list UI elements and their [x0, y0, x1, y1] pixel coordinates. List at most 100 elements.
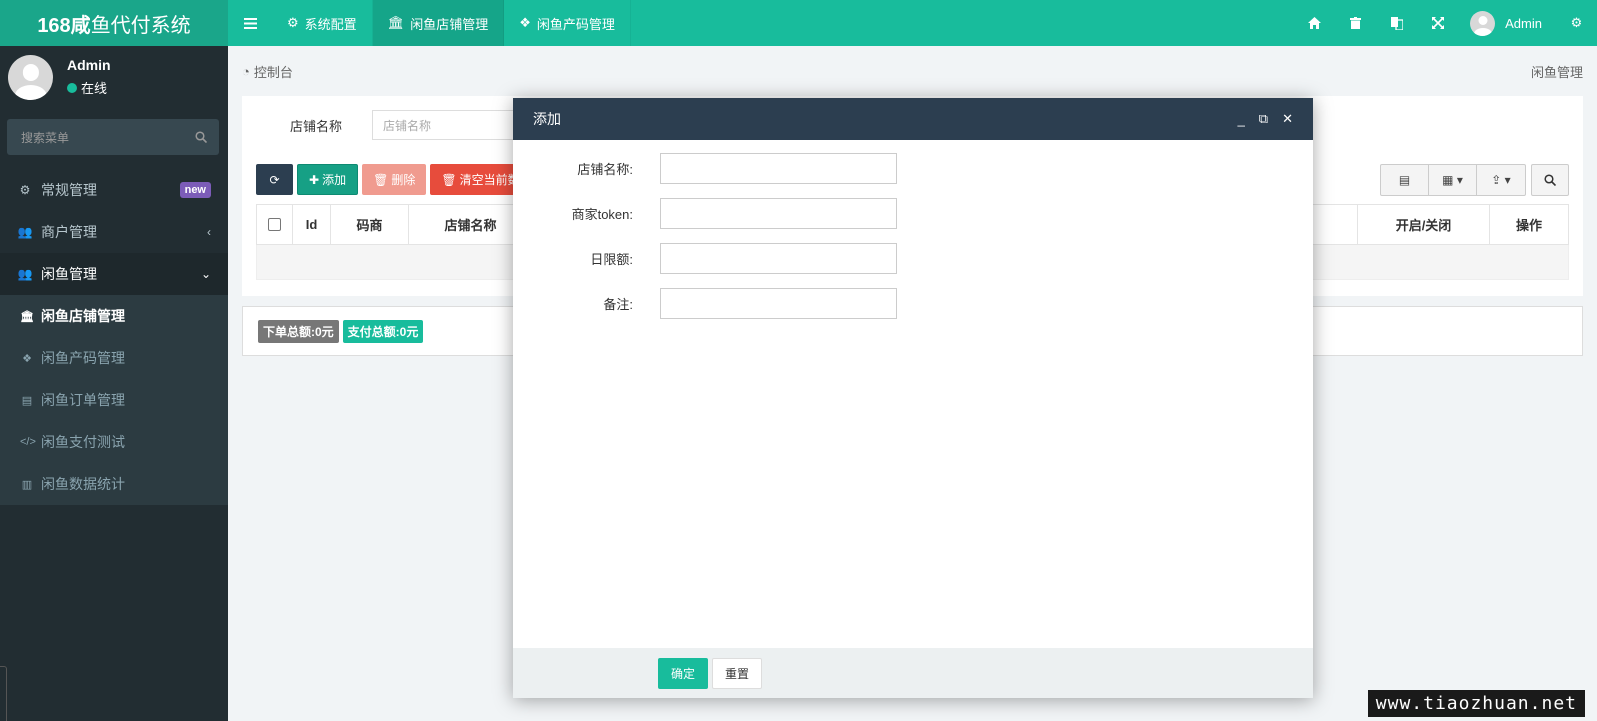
users-icon: 👥: [17, 267, 33, 281]
subitem-label: 闲鱼数据统计: [41, 476, 125, 492]
sidebar-subitem-orders[interactable]: ▤ 闲鱼订单管理: [0, 379, 228, 421]
header-user-menu[interactable]: Admin: [1458, 10, 1556, 36]
select-all-checkbox[interactable]: [268, 218, 281, 231]
subitem-label: 闲鱼订单管理: [41, 392, 125, 408]
shop-name-input[interactable]: [660, 152, 897, 184]
field-label: 商家token:: [571, 206, 633, 222]
card-view-icon[interactable]: ▤: [1381, 165, 1429, 195]
add-button[interactable]: ✚ 添加: [297, 164, 359, 195]
reset-button[interactable]: 重置: [712, 657, 762, 689]
sidebar-subitem-paytest[interactable]: </> 闲鱼支付测试: [0, 421, 228, 463]
maximize-icon[interactable]: ⧉: [1259, 111, 1268, 127]
dashboard-icon: ◔: [242, 64, 250, 79]
dialog-header: 添加 _ ⧉ ✕: [513, 98, 1313, 140]
app-logo[interactable]: 168咸 鱼代付系统: [0, 0, 228, 46]
sidebar: Admin 在线 搜索菜单 ⚙ 常规管理 new 👥 商户管理 ‹ 👥 闲鱼管理…: [0, 46, 228, 721]
merchant-token-input[interactable]: [660, 197, 897, 229]
avatar: [8, 54, 53, 100]
delete-label: 删除: [391, 173, 416, 187]
breadcrumb-dashboard[interactable]: 控制台: [254, 62, 293, 81]
close-icon[interactable]: ✕: [1282, 111, 1293, 127]
plus-icon: ✚: [309, 172, 320, 187]
trash-icon: 🗑: [441, 172, 457, 187]
tab-label: 闲鱼产码管理: [536, 16, 615, 32]
subitem-label: 闲鱼店铺管理: [41, 308, 125, 324]
table-search-button[interactable]: [1531, 164, 1569, 196]
filter-placeholder: 店铺名称: [383, 118, 432, 133]
toolbar: ⟳ ✚ 添加 🗑 删除 🗑 清空当前数: [256, 164, 531, 195]
refresh-icon: ⟳: [269, 172, 280, 187]
filter-label: 店铺名称: [290, 118, 343, 134]
gear-icon: ⚙: [287, 15, 299, 30]
minimize-icon[interactable]: _: [1238, 112, 1245, 127]
form-row-daily-limit: 日限额:: [513, 242, 1313, 274]
logo-bold: 168咸: [37, 14, 91, 37]
tab-system-config[interactable]: ⚙ 系统配置: [272, 0, 373, 46]
subitem-label: 闲鱼产码管理: [41, 350, 125, 366]
field-label: 店铺名称:: [577, 161, 633, 177]
menu-toggle-icon[interactable]: [228, 0, 272, 46]
clear-label: 清空当前数: [459, 173, 520, 187]
tab-xianyu-shop[interactable]: 🏛 闲鱼店铺管理: [372, 0, 505, 46]
sidebar-subitem-shop[interactable]: 🏛 闲鱼店铺管理: [0, 295, 228, 337]
trash-icon[interactable]: [1335, 0, 1376, 46]
breadcrumb: ◔ 控制台: [242, 62, 293, 81]
cubes-icon: ❖: [519, 15, 531, 30]
new-badge: new: [179, 182, 211, 198]
columns-icon[interactable]: ▦ ▾: [1429, 165, 1477, 195]
add-label: 添加: [322, 173, 347, 187]
refresh-button[interactable]: ⟳: [256, 164, 293, 195]
select-all-cell: [257, 205, 293, 244]
delete-button[interactable]: 🗑 删除: [362, 164, 427, 195]
sidebar-drag-handle[interactable]: [0, 666, 7, 721]
fullscreen-icon[interactable]: [1417, 0, 1458, 46]
xianyu-submenu: 🏛 闲鱼店铺管理 ❖ 闲鱼产码管理 ▤ 闲鱼订单管理 </> 闲鱼支付测试 ▥ …: [0, 295, 228, 505]
remark-input[interactable]: [660, 287, 897, 319]
online-status: 在线: [67, 78, 111, 97]
tab-xianyu-code[interactable]: ❖ 闲鱼产码管理: [504, 0, 631, 46]
settings-gears-icon[interactable]: ⚙: [1556, 0, 1597, 46]
field-label: 备注:: [603, 296, 633, 312]
sidebar-item-label: 商户管理: [41, 224, 97, 240]
daily-limit-input[interactable]: [660, 242, 897, 274]
sidebar-item-merchant[interactable]: 👥 商户管理 ‹: [0, 211, 228, 253]
col-merchant[interactable]: 码商: [331, 205, 409, 244]
col-toggle[interactable]: 开启/关闭: [1358, 205, 1490, 244]
users-icon: 👥: [17, 225, 33, 239]
subitem-label: 闲鱼支付测试: [41, 434, 125, 450]
sidebar-item-label: 闲鱼管理: [41, 266, 97, 282]
search-placeholder: 搜索菜单: [21, 130, 70, 145]
top-navbar: ⚙ 系统配置 🏛 闲鱼店铺管理 ❖ 闲鱼产码管理 Admin ⚙: [228, 0, 1597, 46]
bank-icon: 🏛: [387, 15, 405, 30]
trash-icon: 🗑: [373, 172, 389, 187]
col-actions: 操作: [1515, 218, 1542, 233]
home-icon[interactable]: [1294, 0, 1335, 46]
export-icon[interactable]: ⇪ ▾: [1477, 165, 1525, 195]
form-row-remark: 备注:: [513, 287, 1313, 319]
tab-label: 系统配置: [304, 16, 357, 32]
pay-total-label: 支付总额:0元: [342, 319, 424, 343]
menu-search-input[interactable]: 搜索菜单: [7, 119, 219, 155]
chevron-down-icon: ⌄: [200, 267, 211, 281]
user-panel: Admin 在线: [0, 46, 228, 108]
sidebar-item-general[interactable]: ⚙ 常规管理 new: [0, 169, 228, 211]
sidebar-subitem-stats[interactable]: ▥ 闲鱼数据统计: [0, 463, 228, 505]
cubes-icon: ❖: [22, 352, 32, 365]
search-icon: [1544, 174, 1556, 186]
avatar: [1470, 10, 1496, 36]
dialog-title: 添加: [533, 111, 561, 127]
logo-rest: 鱼代付系统: [90, 14, 191, 37]
order-total-label: 下单总额:0元: [258, 319, 339, 343]
chevron-left-icon: ‹: [207, 225, 211, 239]
sidebar-item-xianyu[interactable]: 👥 闲鱼管理 ⌄: [0, 253, 228, 295]
bar-chart-icon: ▥: [21, 478, 33, 491]
code-icon: </>: [20, 436, 36, 448]
confirm-button[interactable]: 确定: [658, 657, 708, 689]
add-dialog: 添加 _ ⧉ ✕ 店铺名称: 商家token: 日限额: 备注: 确定 重置: [513, 98, 1313, 698]
form-row-token: 商家token:: [513, 197, 1313, 229]
translate-icon[interactable]: [1376, 0, 1417, 46]
sidebar-subitem-code[interactable]: ❖ 闲鱼产码管理: [0, 337, 228, 379]
header-username: Admin: [1505, 15, 1542, 31]
id-card-icon: ▤: [21, 394, 33, 407]
col-id[interactable]: Id: [293, 205, 331, 244]
